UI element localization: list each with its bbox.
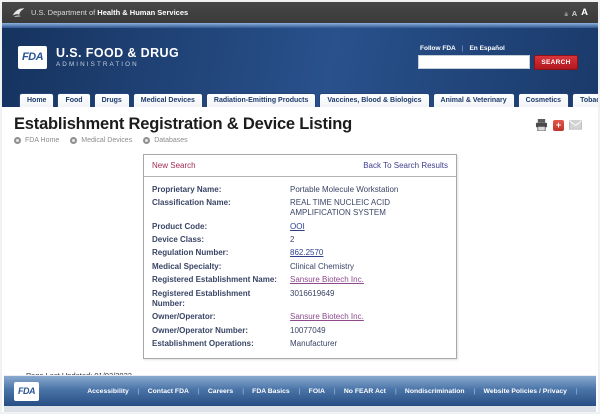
field-value: 2 bbox=[290, 235, 448, 245]
field-label: Owner/Operator: bbox=[152, 312, 290, 322]
divider: | bbox=[462, 45, 464, 52]
primary-nav: HomeFood DrugsMedical DevicesRadiation-Em… bbox=[2, 86, 598, 107]
field-value: Manufacturer bbox=[290, 339, 448, 349]
field-value[interactable]: 862.2570 bbox=[290, 248, 448, 258]
nav-tab[interactable]: Tobacco Products bbox=[572, 93, 600, 107]
en-espanol-link[interactable]: En Español bbox=[469, 45, 504, 52]
footer-link[interactable]: FDA Basics bbox=[252, 388, 300, 395]
breadcrumb-item[interactable]: Medical Devices bbox=[70, 137, 132, 144]
page-title: Establishment Registration & Device List… bbox=[14, 115, 586, 134]
font-size-large-button[interactable]: A bbox=[581, 7, 588, 18]
results-box-header: New Search Back To Search Results bbox=[144, 155, 456, 177]
field-value: 3016619649 bbox=[290, 289, 448, 310]
nav-tabs: HomeFood DrugsMedical DevicesRadiation-Em… bbox=[19, 93, 600, 107]
footer-link[interactable]: Contact FDA bbox=[148, 388, 200, 395]
device-detail-table: Proprietary Name: Portable Molecule Work… bbox=[144, 177, 456, 358]
field-value[interactable]: Sansure Biotech Inc. bbox=[290, 275, 448, 285]
field-label: Medical Specialty: bbox=[152, 262, 290, 272]
nav-tab[interactable]: Drugs bbox=[94, 93, 130, 107]
nav-tab[interactable]: Animal & Veterinary bbox=[433, 93, 515, 107]
nav-tab[interactable]: Radiation-Emitting Products bbox=[206, 93, 317, 107]
breadcrumb-item[interactable]: FDA Home bbox=[14, 137, 59, 144]
site-title-line1: U.S. FOOD & DRUG bbox=[56, 46, 179, 60]
printer-icon[interactable] bbox=[535, 119, 548, 131]
footer-link[interactable]: Nondiscrimination bbox=[405, 388, 475, 395]
main-content: Establishment Registration & Device List… bbox=[2, 107, 598, 414]
table-row: Establishment Operations: Manufacturer bbox=[152, 338, 448, 351]
header-right: Follow FDA | En Español SEARCH bbox=[418, 45, 584, 70]
field-label: Device Class: bbox=[152, 235, 290, 245]
email-icon[interactable] bbox=[569, 119, 582, 131]
table-row: Classification Name: REAL TIME NUCLEIC A… bbox=[152, 196, 448, 220]
field-value[interactable]: Sansure Biotech Inc. bbox=[290, 312, 448, 322]
breadcrumb-item[interactable]: Databases bbox=[143, 137, 187, 144]
footer-link[interactable]: Careers bbox=[208, 388, 244, 395]
field-label: Regulation Number: bbox=[152, 248, 290, 258]
field-label: Registered Establishment Name: bbox=[152, 275, 290, 285]
fda-page: U.S. Department of Health & Human Servic… bbox=[0, 0, 600, 414]
header-search: SEARCH bbox=[418, 55, 584, 70]
table-row: Registered Establishment Name: Sansure B… bbox=[152, 274, 448, 287]
table-row: Product Code: OOI bbox=[152, 220, 448, 233]
bottom-strip bbox=[4, 406, 596, 412]
field-label: Registered Establishment Number: bbox=[152, 289, 290, 310]
hhs-top-bar: U.S. Department of Health & Human Servic… bbox=[2, 2, 598, 23]
font-size-medium-button[interactable]: A bbox=[572, 9, 577, 18]
field-label: Owner/Operator Number: bbox=[152, 326, 290, 336]
footer-link[interactable]: Accessibility bbox=[87, 388, 139, 395]
field-label: Establishment Operations: bbox=[152, 339, 290, 349]
fda-logo[interactable]: FDA bbox=[18, 46, 47, 69]
search-input[interactable] bbox=[418, 55, 530, 69]
device-listing-card: New Search Back To Search Results Propri… bbox=[143, 154, 457, 359]
table-row: Device Class: 2 bbox=[152, 234, 448, 247]
page-action-icons: + bbox=[535, 119, 582, 131]
table-row: Proprietary Name: Portable Molecule Work… bbox=[152, 183, 448, 196]
field-label: Product Code: bbox=[152, 222, 290, 232]
new-search-link[interactable]: New Search bbox=[152, 161, 196, 170]
nav-tab[interactable]: Home bbox=[19, 93, 54, 107]
nav-tab[interactable]: Vaccines, Blood & Biologics bbox=[319, 93, 429, 107]
nav-tab[interactable]: Cosmetics bbox=[518, 93, 569, 107]
table-row: Regulation Number: 862.2570 bbox=[152, 247, 448, 260]
fda-footer-logo[interactable]: FDA bbox=[14, 382, 39, 401]
table-row: Registered Establishment Number: 3016619… bbox=[152, 287, 448, 311]
hhs-eagle-icon bbox=[12, 7, 25, 19]
footer-link[interactable]: No FEAR Act bbox=[344, 388, 397, 395]
nav-tab[interactable]: Medical Devices bbox=[133, 93, 203, 107]
table-row: Owner/Operator: Sansure Biotech Inc. bbox=[152, 311, 448, 324]
site-title: U.S. FOOD & DRUG ADMINISTRATION bbox=[56, 46, 179, 68]
breadcrumb-bullet-icon bbox=[70, 137, 77, 144]
follow-fda-link[interactable]: Follow FDA bbox=[420, 45, 456, 52]
font-size-controls: a A A bbox=[564, 7, 588, 18]
breadcrumb-bullet-icon bbox=[14, 137, 21, 144]
header-utility-links: Follow FDA | En Español bbox=[418, 45, 584, 52]
breadcrumb: FDA Home Medical Devices Databases bbox=[14, 137, 586, 144]
field-value: Clinical Chemistry bbox=[290, 262, 448, 272]
field-value: Portable Molecule Workstation bbox=[290, 185, 448, 195]
field-value: 10077049 bbox=[290, 326, 448, 336]
table-row: Medical Specialty: Clinical Chemistry bbox=[152, 260, 448, 273]
field-value[interactable]: OOI bbox=[290, 222, 448, 232]
site-header: FDA U.S. FOOD & DRUG ADMINISTRATION Foll… bbox=[2, 28, 598, 86]
footer-links: Accessibility Contact FDA Careers FDA Basic… bbox=[79, 388, 586, 395]
footer-link[interactable]: Website Policies / Privacy bbox=[484, 388, 578, 395]
header-band: FDA U.S. FOOD & DRUG ADMINISTRATION Foll… bbox=[2, 28, 598, 107]
site-footer: FDA Accessibility Contact FDA Careers FDA B… bbox=[4, 375, 596, 406]
breadcrumb-bullet-icon bbox=[143, 137, 150, 144]
site-title-line2: ADMINISTRATION bbox=[56, 61, 179, 68]
hhs-department-label[interactable]: U.S. Department of Health & Human Servic… bbox=[31, 8, 188, 17]
back-to-search-results-link[interactable]: Back To Search Results bbox=[363, 161, 448, 170]
footer-link[interactable]: FOIA bbox=[309, 388, 336, 395]
field-label: Proprietary Name: bbox=[152, 185, 290, 195]
font-size-small-button[interactable]: a bbox=[564, 12, 567, 18]
share-icon[interactable]: + bbox=[553, 120, 564, 131]
table-row: Owner/Operator Number: 10077049 bbox=[152, 324, 448, 337]
search-button[interactable]: SEARCH bbox=[534, 55, 578, 70]
nav-tab[interactable]: Food bbox=[57, 93, 90, 107]
field-value: REAL TIME NUCLEIC ACID AMPLIFICATION SYS… bbox=[290, 198, 448, 219]
field-label: Classification Name: bbox=[152, 198, 290, 219]
